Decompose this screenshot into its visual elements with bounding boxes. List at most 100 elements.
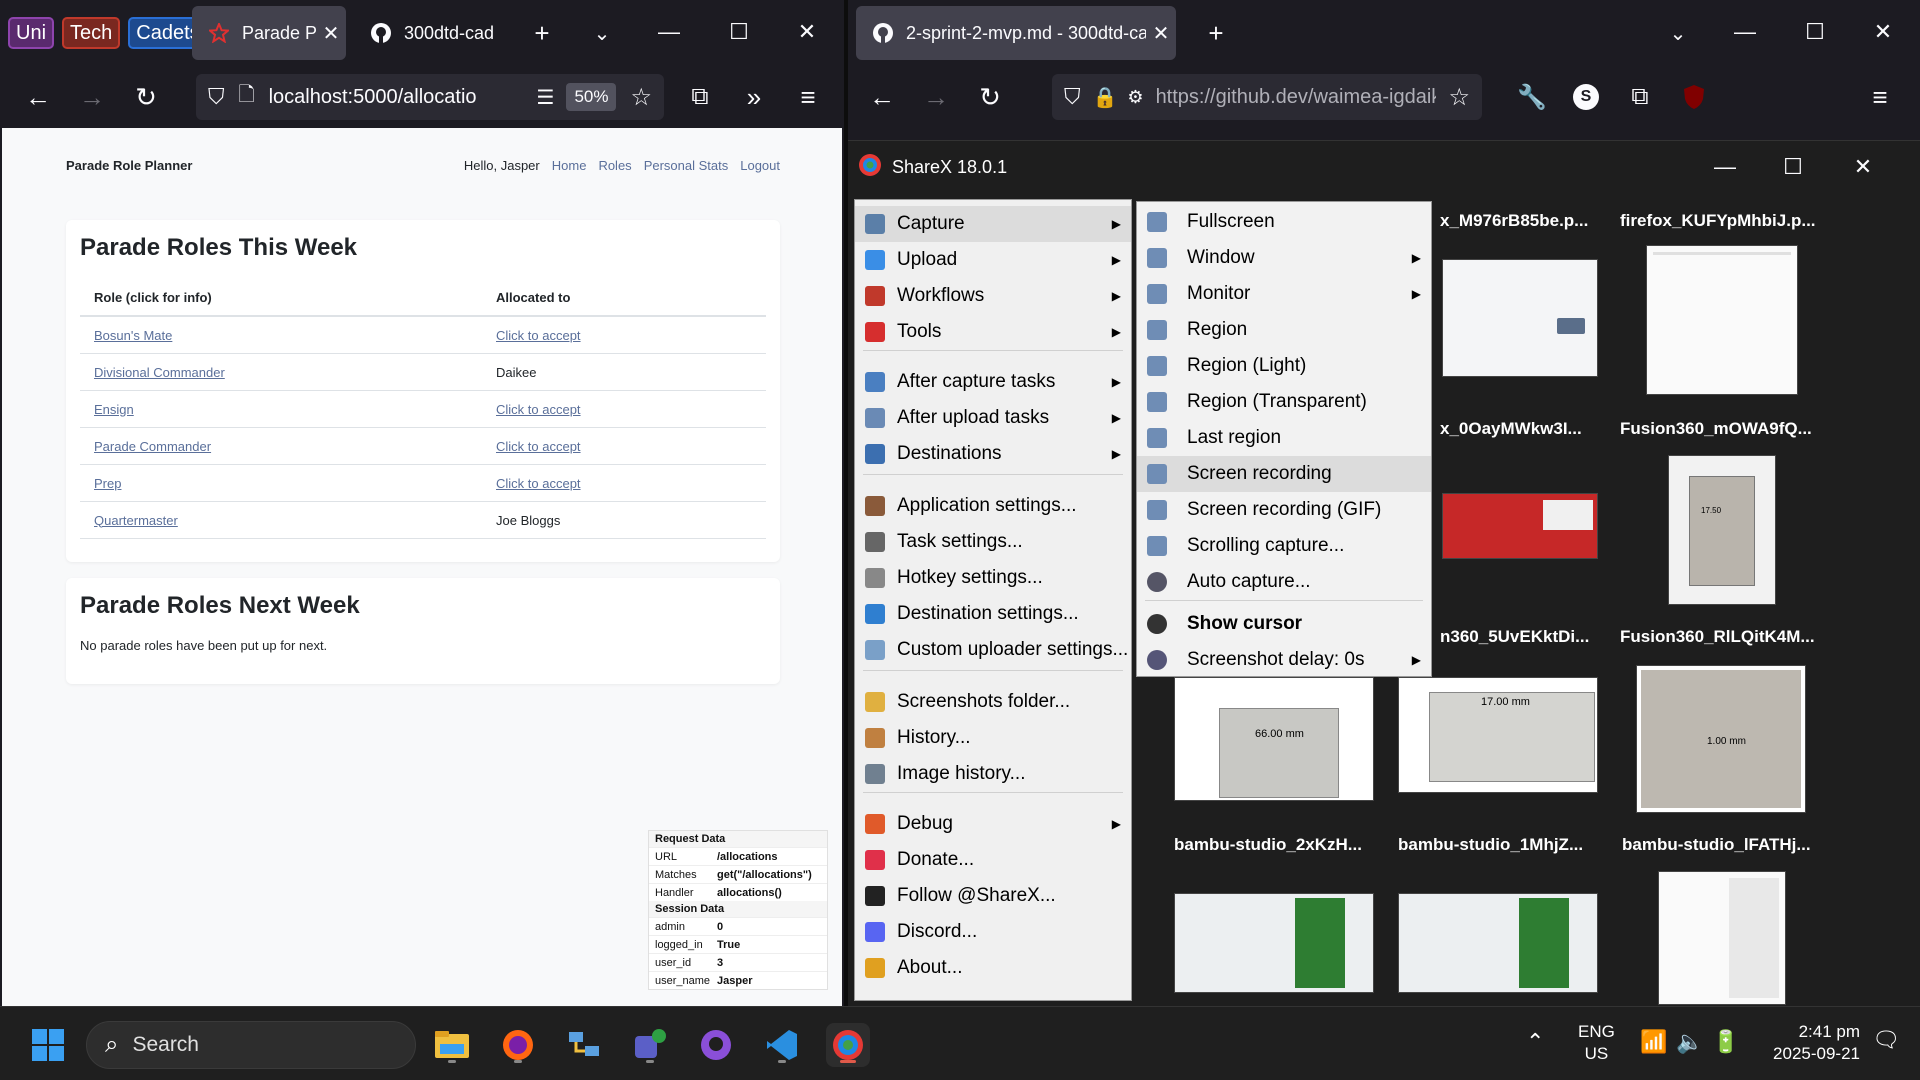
role-link[interactable]: Bosun's Mate	[94, 328, 172, 343]
extensions-icon[interactable]: ⧉	[1620, 77, 1660, 117]
tab-github-repo[interactable]: 300dtd-cad	[354, 6, 504, 60]
menu-item-application-settings[interactable]: Application settings...	[855, 488, 1131, 524]
submenu-item-region-transparent[interactable]: Region (Transparent)	[1137, 384, 1431, 420]
extensions-icon[interactable]: ⧉	[680, 77, 720, 117]
menu-item-image-history[interactable]: Image history...	[855, 756, 1131, 792]
url-text[interactable]: https://github.dev/waimea-igdaikee/300	[1156, 86, 1437, 109]
menu-item-task-settings[interactable]: Task settings...	[855, 524, 1131, 560]
submenu-item-screen-recording-gif[interactable]: Screen recording (GIF)	[1137, 492, 1431, 528]
chevron-down-icon[interactable]: ⌄	[1658, 13, 1698, 53]
forward-icon[interactable]: →	[916, 77, 956, 117]
tab-group-tech[interactable]: Tech	[62, 17, 121, 49]
reload-icon[interactable]: ↻	[970, 77, 1010, 117]
tab-github-dev[interactable]: 2-sprint-2-mvp.md - 300dtd-ca ✕	[856, 6, 1176, 60]
nav-roles-link[interactable]: Roles	[598, 158, 631, 173]
battery-icon[interactable]: 🔋	[1712, 1029, 1739, 1055]
submenu-item-monitor[interactable]: Monitor ▶	[1137, 276, 1431, 312]
wifi-icon[interactable]: 📶	[1640, 1029, 1667, 1055]
submenu-item-fullscreen[interactable]: Fullscreen	[1137, 204, 1431, 240]
thumbnail-image[interactable]: 1.00 mm	[1636, 665, 1806, 813]
wrench-icon[interactable]: 🔧	[1512, 77, 1552, 117]
menu-item-hotkey-settings[interactable]: Hotkey settings...	[855, 560, 1131, 596]
reload-icon[interactable]: ↻	[126, 77, 166, 117]
reader-view-icon[interactable]: ☰	[537, 85, 555, 110]
thumbnail-image[interactable]	[1442, 259, 1598, 377]
menu-item-destinations[interactable]: Destinations ▶	[855, 436, 1131, 472]
back-icon[interactable]: ←	[862, 77, 902, 117]
url-text[interactable]: localhost:5000/allocatio	[269, 86, 525, 109]
menu-item-discord[interactable]: Discord...	[855, 914, 1131, 950]
back-icon[interactable]: ←	[18, 77, 58, 117]
hamburger-menu-icon[interactable]: ≡	[788, 77, 828, 117]
thumbnail-image[interactable]	[1442, 493, 1598, 559]
github-desktop-icon[interactable]	[694, 1023, 738, 1067]
permissions-icon[interactable]: ⚙	[1127, 87, 1143, 108]
tab-group-uni[interactable]: Uni	[8, 17, 55, 49]
thumbnail-image[interactable]: 66.00 mm	[1174, 677, 1374, 801]
submenu-item-region-light[interactable]: Region (Light)	[1137, 348, 1431, 384]
new-tab-icon[interactable]: +	[1196, 13, 1236, 53]
thumbnail-image[interactable]	[1646, 245, 1798, 395]
teams-icon[interactable]	[628, 1023, 672, 1067]
zoom-level[interactable]: 50%	[566, 83, 617, 111]
submenu-item-screenshot-delay-0s[interactable]: Screenshot delay: 0s ▶	[1137, 642, 1431, 678]
tab-parade-planner[interactable]: Parade Pl ✕	[192, 6, 346, 60]
bookmark-star-icon[interactable]: ☆	[1448, 83, 1470, 112]
hamburger-menu-icon[interactable]: ≡	[1860, 77, 1900, 117]
role-link[interactable]: Ensign	[94, 402, 134, 417]
volume-icon[interactable]: 🔈	[1676, 1029, 1703, 1055]
menu-item-capture[interactable]: Capture ▶	[855, 206, 1131, 242]
profile-icon[interactable]: S	[1566, 77, 1606, 117]
close-window-icon[interactable]: ✕	[1840, 147, 1886, 187]
thumb-label[interactable]: Fusion360_mOWA9fQ...	[1620, 419, 1830, 439]
chevron-down-icon[interactable]: ⌄	[582, 13, 622, 53]
show-hidden-icons[interactable]: ⌃	[1526, 1029, 1544, 1055]
menu-item-follow-sharex[interactable]: Follow @ShareX...	[855, 878, 1131, 914]
minimize-icon[interactable]: —	[646, 12, 692, 52]
url-bar[interactable]: ⛉ 🔒 ⚙ https://github.dev/waimea-igdaikee…	[1052, 74, 1482, 120]
menu-item-after-upload-tasks[interactable]: After upload tasks ▶	[855, 400, 1131, 436]
close-tab-icon[interactable]: ✕	[316, 21, 346, 46]
thumbnail-image[interactable]: 17.50	[1668, 455, 1776, 605]
windows-start-icon[interactable]	[26, 1023, 70, 1067]
new-tab-icon[interactable]: +	[522, 13, 562, 53]
maximize-icon[interactable]: ☐	[1792, 12, 1838, 52]
overflow-chevrons-icon[interactable]: »	[734, 77, 774, 117]
firefox-icon[interactable]	[496, 1023, 540, 1067]
submenu-item-auto-capture[interactable]: Auto capture...	[1137, 564, 1431, 600]
submenu-item-region[interactable]: Region	[1137, 312, 1431, 348]
file-explorer-icon[interactable]	[430, 1023, 474, 1067]
thumbnail-image[interactable]: 17.00 mm	[1398, 677, 1598, 793]
accept-link[interactable]: Click to accept	[496, 402, 581, 417]
role-link[interactable]: Quartermaster	[94, 513, 178, 528]
shield-icon[interactable]: ⛉	[208, 84, 225, 110]
sharex-taskbar-icon[interactable]	[826, 1023, 870, 1067]
close-window-icon[interactable]: ✕	[784, 12, 830, 52]
menu-item-destination-settings[interactable]: Destination settings...	[855, 596, 1131, 632]
role-link[interactable]: Prep	[94, 476, 121, 491]
menu-item-donate[interactable]: Donate...	[855, 842, 1131, 878]
nav-stats-link[interactable]: Personal Stats	[644, 158, 729, 173]
submenu-item-scrolling-capture[interactable]: Scrolling capture...	[1137, 528, 1431, 564]
role-link[interactable]: Parade Commander	[94, 439, 211, 454]
menu-item-workflows[interactable]: Workflows ▶	[855, 278, 1131, 314]
notifications-icon[interactable]: 🗨	[1872, 1027, 1900, 1053]
bookmark-star-icon[interactable]: ☆	[630, 83, 652, 112]
clock[interactable]: 2:41 pm 2025-09-21	[1760, 1021, 1860, 1065]
thumb-label[interactable]: bambu-studio_2xKzH...	[1174, 835, 1384, 855]
thumb-label[interactable]: Fusion360_RlLQitK4M...	[1620, 627, 1830, 647]
thumb-label[interactable]: bambu-studio_lFATHj...	[1622, 835, 1832, 855]
accept-link[interactable]: Click to accept	[496, 328, 581, 343]
thumb-label[interactable]: x_0OayMWkw3I...	[1440, 419, 1590, 439]
url-bar[interactable]: ⛉ 🗋 localhost:5000/allocatio ☰ 50% ☆	[196, 74, 664, 120]
site-brand[interactable]: Parade Role Planner	[66, 158, 192, 173]
accept-link[interactable]: Click to accept	[496, 439, 581, 454]
language-indicator[interactable]: ENG US	[1578, 1021, 1615, 1065]
taskbar-search[interactable]: ⌕ Search	[86, 1021, 416, 1069]
menu-item-about[interactable]: About...	[855, 950, 1131, 986]
lock-icon[interactable]: 🔒	[1093, 85, 1118, 110]
submenu-item-window[interactable]: Window ▶	[1137, 240, 1431, 276]
menu-item-screenshots-folder[interactable]: Screenshots folder...	[855, 684, 1131, 720]
menu-item-debug[interactable]: Debug ▶	[855, 806, 1131, 842]
maximize-icon[interactable]: ☐	[1770, 147, 1816, 187]
